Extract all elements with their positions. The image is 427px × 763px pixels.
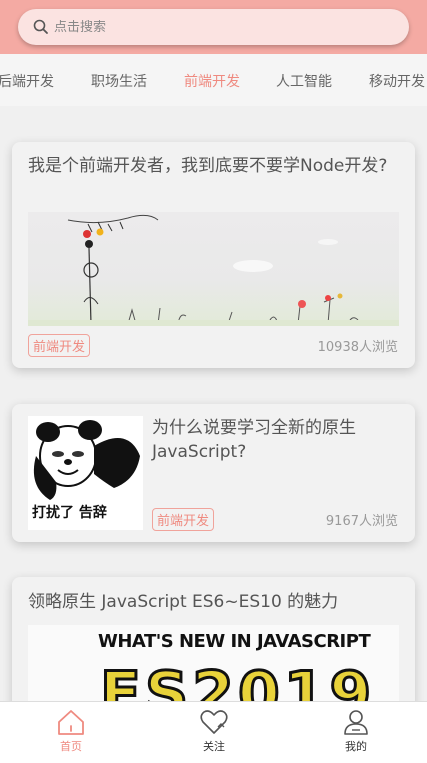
user-icon bbox=[344, 710, 368, 735]
article-card[interactable]: 我是个前端开发者，我到底要不要学Node开发? 前端开发 10938人浏览 bbox=[12, 142, 415, 368]
nav-label: 关注 bbox=[203, 740, 225, 753]
nav-home[interactable]: 首页 bbox=[41, 708, 101, 754]
tab-ai[interactable]: 人工智能 bbox=[276, 71, 332, 91]
landscape-doodle-image[interactable] bbox=[28, 212, 399, 326]
search-bar[interactable] bbox=[18, 9, 409, 45]
search-input[interactable] bbox=[54, 19, 374, 35]
view-count: 9167人浏览 bbox=[325, 514, 398, 529]
category-tag[interactable]: 前端开发 bbox=[28, 334, 91, 357]
search-icon bbox=[32, 18, 50, 36]
category-tag[interactable]: 前端开发 bbox=[152, 508, 215, 531]
tab-career[interactable]: 职场生活 bbox=[91, 71, 147, 91]
nav-label: 我的 bbox=[345, 740, 367, 753]
view-count: 10938人浏览 bbox=[317, 340, 398, 355]
home-icon bbox=[58, 710, 84, 735]
article-title[interactable]: 为什么说要学习全新的原生JavaScript? bbox=[152, 416, 402, 464]
article-card[interactable]: 打扰了 告辞 为什么说要学习全新的原生JavaScript? 前端开发 9167… bbox=[12, 404, 415, 542]
image-caption: 打扰了 告辞 bbox=[32, 505, 107, 521]
nav-profile[interactable]: 我的 bbox=[326, 708, 386, 754]
heart-icon bbox=[200, 710, 228, 734]
bottom-nav: 首页 关注 我的 bbox=[0, 701, 427, 763]
panda-meme-image[interactable]: 打扰了 告辞 bbox=[28, 416, 143, 530]
tab-frontend[interactable]: 前端开发 bbox=[184, 71, 240, 91]
tab-backend[interactable]: 后端开发 bbox=[0, 71, 54, 91]
category-tabs: 后端开发 职场生活 前端开发 人工智能 移动开发 bbox=[0, 54, 427, 106]
header bbox=[0, 0, 427, 54]
image-text-top: WHAT'S NEW IN JAVASCRIPT bbox=[98, 631, 371, 652]
nav-follow[interactable]: 关注 bbox=[184, 708, 244, 754]
article-title[interactable]: 我是个前端开发者，我到底要不要学Node开发? bbox=[28, 154, 398, 178]
tab-mobile[interactable]: 移动开发 bbox=[369, 71, 425, 91]
article-title[interactable]: 领略原生 JavaScript ES6~ES10 的魅力 bbox=[28, 590, 403, 614]
nav-label: 首页 bbox=[60, 740, 82, 753]
